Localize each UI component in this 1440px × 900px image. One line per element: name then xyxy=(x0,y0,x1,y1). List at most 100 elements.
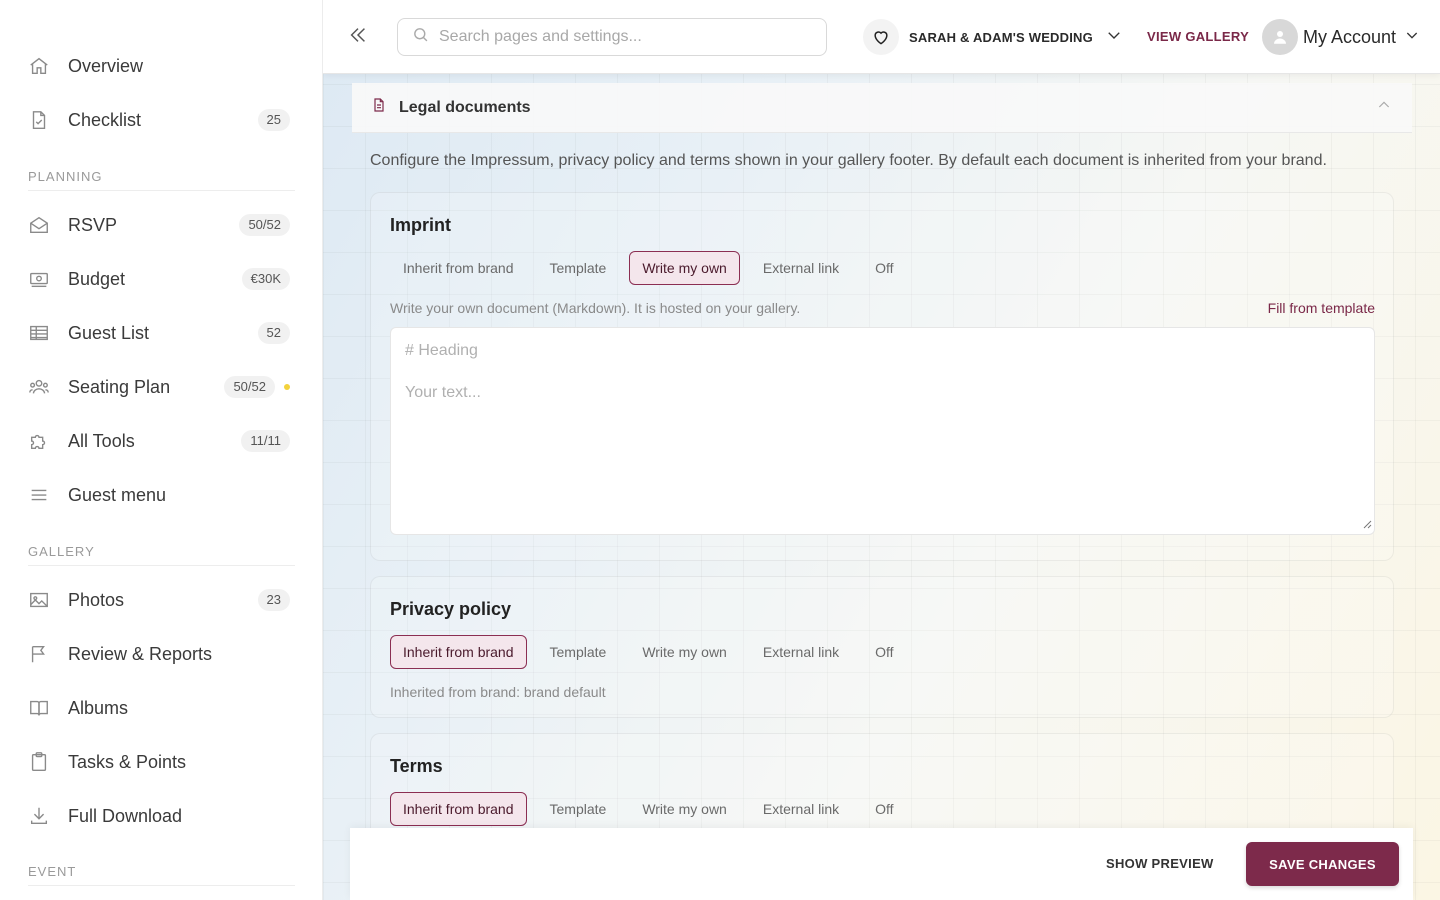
sidebar-item-overview[interactable]: Overview xyxy=(28,46,290,86)
option-off[interactable]: Off xyxy=(862,792,906,826)
option-write-my-own[interactable]: Write my own xyxy=(629,792,740,826)
clipboard-icon xyxy=(28,750,60,774)
count-badge: 11/11 xyxy=(241,430,290,452)
save-changes-button[interactable]: SAVE CHANGES xyxy=(1246,842,1399,886)
sidebar-item-label: RSVP xyxy=(68,214,118,235)
flag-icon xyxy=(28,642,60,666)
imprint-hint: Write your own document (Markdown). It i… xyxy=(390,300,801,316)
sidebar-item-label: Photos xyxy=(68,589,125,610)
action-bar: SHOW PREVIEW SAVE CHANGES xyxy=(350,828,1413,900)
search-box xyxy=(397,18,827,56)
editor-placeholder-heading: # Heading xyxy=(405,342,478,359)
option-template[interactable]: Template xyxy=(537,251,620,285)
menu-icon xyxy=(28,483,60,507)
money-icon xyxy=(28,267,60,291)
checklist-icon xyxy=(28,108,60,132)
sidebar-item-label: All Tools xyxy=(68,430,135,451)
chevron-down-icon xyxy=(1404,27,1420,48)
option-inherit-from-brand[interactable]: Inherit from brand xyxy=(390,792,527,826)
option-external-link[interactable]: External link xyxy=(750,792,852,826)
home-icon xyxy=(28,54,60,78)
option-inherit-from-brand[interactable]: Inherit from brand xyxy=(390,251,527,285)
status-dot xyxy=(284,384,290,390)
section-label-gallery: GALLERY xyxy=(28,544,295,566)
terms-title: Terms xyxy=(390,756,443,776)
view-gallery-link[interactable]: VIEW GALLERY xyxy=(1147,29,1249,44)
option-inherit-from-brand[interactable]: Inherit from brand xyxy=(390,635,527,669)
wedding-selector[interactable]: SARAH & ADAM'S WEDDING xyxy=(863,19,1123,55)
sidebar-item-label: Overview xyxy=(68,55,144,76)
count-badge: 50/52 xyxy=(224,376,275,398)
fill-from-template-link[interactable]: Fill from template xyxy=(1268,300,1375,316)
markdown-editor[interactable]: # Heading Your text... xyxy=(390,327,1375,535)
option-write-my-own[interactable]: Write my own xyxy=(629,251,740,285)
privacy-policy-title: Privacy policy xyxy=(390,599,512,619)
imprint-card: Imprint Inherit from brand Template Writ… xyxy=(370,192,1394,561)
option-external-link[interactable]: External link xyxy=(750,635,852,669)
imprint-source-selector: Inherit from brand Template Write my own… xyxy=(390,251,917,285)
search-input[interactable] xyxy=(439,28,809,46)
avatar xyxy=(1262,19,1298,55)
main-content: SARAH & ADAM'S WEDDING VIEW GALLERY My A… xyxy=(323,0,1440,900)
show-preview-button[interactable]: SHOW PREVIEW xyxy=(1106,856,1214,871)
double-chevron-left-icon xyxy=(347,24,369,51)
sidebar-item-label: Budget xyxy=(68,268,126,289)
sidebar-item-photos[interactable]: Photos 23 xyxy=(28,580,290,620)
sidebar-item-full-download[interactable]: Full Download xyxy=(28,796,290,836)
count-badge: 52 xyxy=(257,322,290,344)
option-off[interactable]: Off xyxy=(862,635,906,669)
sidebar-item-label: Guest List xyxy=(68,322,150,343)
heart-icon xyxy=(863,19,899,55)
puzzle-icon xyxy=(28,429,60,453)
account-name: My Account xyxy=(1303,26,1397,47)
terms-source-selector: Inherit from brand Template Write my own… xyxy=(390,792,917,826)
sidebar-item-checklist[interactable]: Checklist 25 xyxy=(28,100,290,140)
search-icon xyxy=(412,26,429,48)
count-badge: 25 xyxy=(257,109,290,131)
resize-handle-icon[interactable] xyxy=(1362,519,1372,532)
sidebar-item-all-tools[interactable]: All Tools 11/11 xyxy=(28,421,290,461)
sidebar-item-seating-plan[interactable]: Seating Plan 50/52 xyxy=(28,367,290,407)
sidebar-item-guest-menu[interactable]: Guest menu xyxy=(28,475,290,515)
collapse-sidebar-button[interactable] xyxy=(343,22,373,52)
envelope-icon xyxy=(28,213,60,237)
people-icon xyxy=(28,375,60,399)
option-external-link[interactable]: External link xyxy=(750,251,852,285)
privacy-hint: Inherited from brand: brand default xyxy=(390,684,606,700)
chevron-up-icon xyxy=(1376,97,1392,118)
table-icon xyxy=(28,321,60,345)
sidebar-item-label: Albums xyxy=(68,697,129,718)
sidebar-item-albums[interactable]: Albums xyxy=(28,688,290,728)
sidebar-item-tasks-points[interactable]: Tasks & Points xyxy=(28,742,290,782)
document-icon xyxy=(371,96,387,119)
privacy-policy-card: Privacy policy Inherit from brand Templa… xyxy=(370,576,1394,718)
sidebar-item-review-reports[interactable]: Review & Reports xyxy=(28,634,290,674)
chevron-down-icon xyxy=(1105,26,1123,49)
book-icon xyxy=(28,696,60,720)
sidebar-item-label: Guest menu xyxy=(68,484,167,505)
section-label-planning: PLANNING xyxy=(28,169,295,191)
panel-title: Legal documents xyxy=(399,98,531,116)
editor-placeholder-text: Your text... xyxy=(405,384,481,401)
sidebar-item-rsvp[interactable]: RSVP 50/52 xyxy=(28,205,290,245)
count-badge: 50/52 xyxy=(239,214,290,236)
sidebar-item-budget[interactable]: Budget €30K xyxy=(28,259,290,299)
panel-description: Configure the Impressum, privacy policy … xyxy=(370,152,1327,169)
section-label-event: EVENT xyxy=(28,864,295,886)
option-template[interactable]: Template xyxy=(537,635,620,669)
count-badge: 23 xyxy=(257,589,290,611)
image-icon xyxy=(28,588,60,612)
wedding-name: SARAH & ADAM'S WEDDING xyxy=(909,29,1093,45)
option-off[interactable]: Off xyxy=(862,251,906,285)
option-template[interactable]: Template xyxy=(537,792,620,826)
sidebar-item-label: Review & Reports xyxy=(68,643,213,664)
option-write-my-own[interactable]: Write my own xyxy=(629,635,740,669)
legal-documents-panel-header[interactable]: Legal documents xyxy=(352,83,1412,133)
privacy-source-selector: Inherit from brand Template Write my own… xyxy=(390,635,917,669)
top-header: SARAH & ADAM'S WEDDING VIEW GALLERY My A… xyxy=(323,0,1440,74)
sidebar-item-guest-list[interactable]: Guest List 52 xyxy=(28,313,290,353)
sidebar: Overview Checklist 25 PLANNING RSVP 50/5… xyxy=(0,0,323,900)
download-icon xyxy=(28,804,60,828)
account-menu[interactable]: My Account xyxy=(1262,19,1420,55)
imprint-title: Imprint xyxy=(390,215,451,235)
